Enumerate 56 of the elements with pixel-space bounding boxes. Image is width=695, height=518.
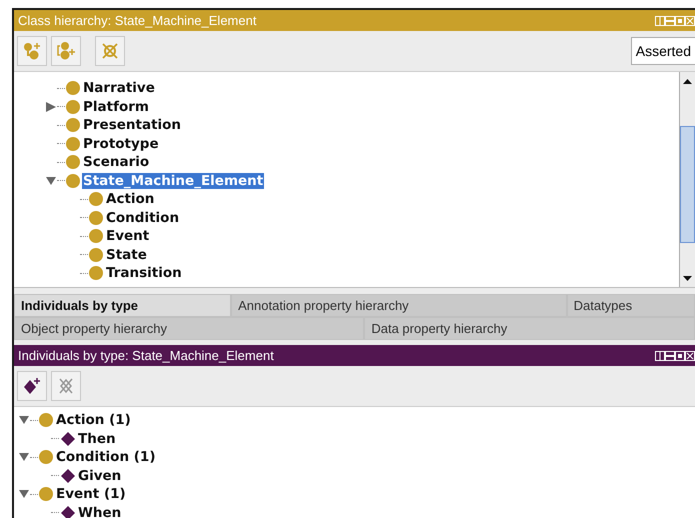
view-dropdown[interactable]: Asserted: [630, 37, 695, 65]
class-tree-item[interactable]: State_Machine_Element: [82, 172, 264, 189]
class-icon: [89, 210, 103, 225]
scroll-down-icon[interactable]: [683, 276, 692, 280]
individual-icon: [60, 468, 76, 484]
class-icon: [39, 487, 53, 502]
tab[interactable]: Data property hierarchy: [364, 317, 695, 340]
delete-icon: [100, 41, 120, 61]
class-icon: [66, 155, 80, 170]
individual-tree-item[interactable]: When: [77, 504, 122, 518]
class-tree-item[interactable]: Condition: [105, 210, 180, 226]
class-icon: [66, 81, 80, 96]
add-sibling-icon: [56, 41, 76, 61]
tab[interactable]: Datatypes: [566, 294, 695, 317]
add-individual-button[interactable]: [17, 371, 47, 401]
collapsed-arrow-icon[interactable]: [45, 102, 57, 112]
class-tree-item[interactable]: Scenario: [82, 154, 150, 170]
class-tree-item[interactable]: State: [105, 246, 148, 263]
panel-title: Class hierarchy: State_Machine_Element: [18, 13, 256, 28]
window-controls-icon[interactable]: [655, 350, 695, 360]
class-tree-item[interactable]: Event (1): [55, 486, 127, 502]
class-icon: [39, 413, 53, 428]
class-tree-item[interactable]: Transition: [105, 265, 183, 282]
panel-title: Individuals by type: State_Machine_Element: [18, 348, 274, 363]
class-icon: [89, 248, 103, 262]
expanded-arrow-icon[interactable]: [18, 489, 30, 500]
class-tree-item[interactable]: Platform: [82, 98, 150, 115]
scroll-up-icon[interactable]: [683, 78, 692, 84]
class-tree-item[interactable]: Presentation: [82, 117, 182, 134]
class-tree-item[interactable]: Action: [105, 191, 156, 208]
class-tree-item[interactable]: Event: [105, 228, 150, 244]
individual-icon: [60, 430, 76, 447]
add-individual-icon: [22, 376, 42, 396]
tab[interactable]: Object property hierarchy: [14, 317, 364, 340]
individual-tree-item[interactable]: Given: [77, 468, 122, 484]
expanded-arrow-icon[interactable]: [45, 176, 57, 186]
individual-tree-item[interactable]: Then: [77, 430, 117, 447]
class-icon: [89, 266, 103, 280]
class-tree-item[interactable]: Condition (1): [55, 449, 156, 466]
class-icon: [89, 192, 103, 206]
individual-icon: [60, 504, 76, 518]
tab[interactable]: Annotation property hierarchy: [231, 294, 567, 317]
expanded-arrow-icon[interactable]: [18, 452, 30, 462]
class-icon: [66, 136, 80, 151]
class-icon: [66, 118, 80, 132]
add-subclass-icon: [22, 41, 42, 61]
tab[interactable]: Individuals by type: [14, 294, 232, 317]
expanded-arrow-icon[interactable]: [18, 415, 30, 426]
class-icon: [66, 100, 80, 114]
class-tree-item[interactable]: Prototype: [82, 136, 160, 152]
class-icon: [39, 450, 53, 464]
class-tree-item[interactable]: Narrative: [82, 80, 156, 96]
scrollbar[interactable]: [679, 72, 695, 287]
class-icon: [89, 229, 103, 244]
class-tree-item[interactable]: Action (1): [55, 412, 132, 428]
class-icon: [66, 174, 80, 188]
